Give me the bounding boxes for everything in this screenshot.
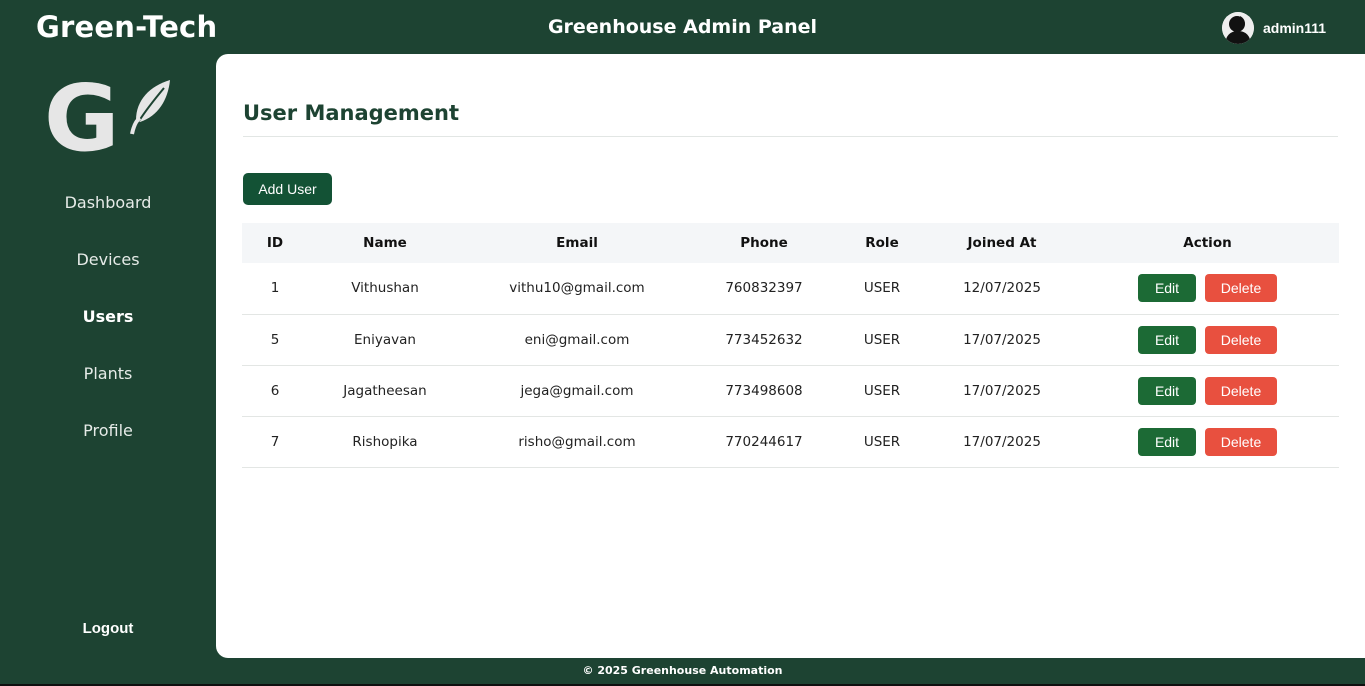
header-title: Greenhouse Admin Panel <box>547 16 818 38</box>
column-header-role: Role <box>865 235 899 251</box>
sidebar-item-profile[interactable]: Profile <box>0 416 216 473</box>
column-header-joined: Joined At <box>967 235 1037 251</box>
user-menu[interactable]: admin111 <box>1222 12 1326 44</box>
cell-joined: 17/07/2025 <box>963 382 1041 399</box>
leaf-logo-icon: G <box>44 65 170 172</box>
table-row: 1 Vithushan vithu10@gmail.com 760832397 … <box>242 263 1339 314</box>
cell-email: risho@gmail.com <box>518 433 636 450</box>
app-frame: Green-Tech Greenhouse Admin Panel admin1… <box>0 0 1365 686</box>
cell-name: Eniyavan <box>354 331 416 348</box>
divider <box>243 136 1338 137</box>
cell-email: jega@gmail.com <box>520 382 634 399</box>
column-header-name: Name <box>363 235 407 251</box>
sidebar-item-plants[interactable]: Plants <box>0 359 216 416</box>
table-row: 6 Jagatheesan jega@gmail.com 773498608 U… <box>242 365 1339 416</box>
cell-email: eni@gmail.com <box>524 331 630 348</box>
delete-button[interactable]: Delete <box>1205 427 1277 456</box>
cell-phone: 773498608 <box>725 382 803 399</box>
cell-joined: 17/07/2025 <box>963 433 1041 450</box>
sidebar-item-dashboard[interactable]: Dashboard <box>0 188 216 245</box>
delete-button[interactable]: Delete <box>1205 376 1277 405</box>
logout-button[interactable]: Logout <box>0 620 216 637</box>
delete-button[interactable]: Delete <box>1205 274 1277 303</box>
delete-button[interactable]: Delete <box>1205 325 1277 354</box>
cell-actions: Edit Delete <box>1076 365 1339 416</box>
column-header-email: Email <box>556 235 598 251</box>
cell-role: USER <box>863 331 901 348</box>
cell-id: 6 <box>270 382 280 399</box>
edit-button[interactable]: Edit <box>1138 376 1196 405</box>
page-title: User Management <box>243 101 460 125</box>
edit-button[interactable]: Edit <box>1138 325 1196 354</box>
cell-name: Jagatheesan <box>343 382 427 399</box>
cell-name: Vithushan <box>351 280 419 297</box>
cell-phone: 770244617 <box>725 433 803 450</box>
cell-actions: Edit Delete <box>1076 416 1339 467</box>
cell-id: 1 <box>270 280 280 297</box>
add-user-button[interactable]: Add User <box>243 173 332 205</box>
sidebar-item-devices[interactable]: Devices <box>0 245 216 302</box>
cell-actions: Edit Delete <box>1076 314 1339 365</box>
avatar[interactable] <box>1222 12 1254 44</box>
username: admin111 <box>1263 20 1327 36</box>
cell-id: 7 <box>270 433 280 450</box>
cell-actions: Edit Delete <box>1076 263 1339 314</box>
logo: G <box>44 65 172 172</box>
user-avatar-icon <box>1222 12 1254 44</box>
users-table: ID Name Email Phone Role Joined At Actio… <box>242 223 1339 468</box>
main-content: User Management Add User ID Name Email P… <box>216 54 1365 658</box>
cell-phone: 773452632 <box>725 331 803 348</box>
cell-email: vithu10@gmail.com <box>509 280 645 297</box>
sidebar-item-users[interactable]: Users <box>0 302 216 359</box>
table-row: 5 Eniyavan eni@gmail.com 773452632 USER … <box>242 314 1339 365</box>
cell-role: USER <box>863 382 901 399</box>
cell-role: USER <box>863 280 901 297</box>
column-header-action: Action <box>1183 235 1232 251</box>
cell-name: Rishopika <box>352 433 418 450</box>
cell-phone: 760832397 <box>725 280 803 297</box>
footer-text: © 2025 Greenhouse Automation <box>582 664 783 677</box>
sidebar-nav: Dashboard Devices Users Plants Profile <box>0 188 216 473</box>
cell-id: 5 <box>270 331 280 348</box>
table-header-row: ID Name Email Phone Role Joined At Actio… <box>242 223 1339 263</box>
edit-button[interactable]: Edit <box>1138 427 1196 456</box>
column-header-id: ID <box>266 235 284 251</box>
column-header-phone: Phone <box>740 235 788 251</box>
cell-joined: 12/07/2025 <box>963 280 1041 297</box>
cell-role: USER <box>863 433 901 450</box>
edit-button[interactable]: Edit <box>1138 274 1196 303</box>
cell-joined: 17/07/2025 <box>963 331 1041 348</box>
logo-letter: G <box>44 74 120 154</box>
table-row: 7 Rishopika risho@gmail.com 770244617 US… <box>242 416 1339 467</box>
